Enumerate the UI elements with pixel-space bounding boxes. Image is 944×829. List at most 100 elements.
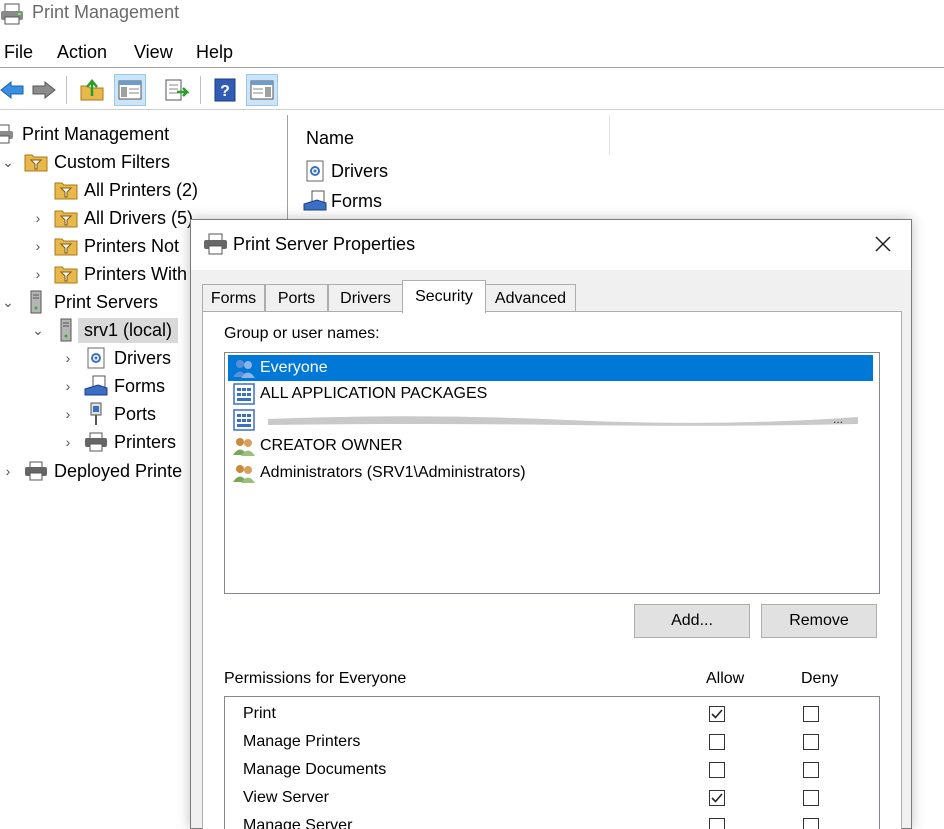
tree-item-label: Forms (114, 375, 165, 396)
allow-column-label: Allow (706, 670, 745, 687)
help-icon[interactable]: ? (209, 74, 241, 106)
tree-item-all-drivers[interactable]: › All Drivers (5) (30, 204, 193, 232)
filter-folder-icon (54, 262, 78, 286)
security-tab-panel: Group or user names: Everyone ALL APPLIC… (202, 311, 902, 829)
allow-checkbox[interactable] (709, 762, 725, 778)
chevron-down-icon[interactable]: ⌄ (30, 322, 46, 339)
app-packages-icon (232, 383, 256, 405)
printer-app-icon (0, 3, 26, 25)
back-icon[interactable] (0, 74, 28, 106)
tree-item-all-printers[interactable]: All Printers (2) (30, 176, 198, 204)
user-row-label: Everyone (260, 359, 328, 376)
permissions-for-label: Permissions for Everyone (224, 670, 407, 687)
tree-item-label: Printers Not (84, 235, 180, 256)
tree-item-label: Custom Filters (54, 151, 171, 172)
permission-row-manage-documents: Manage Documents (225, 757, 879, 785)
chevron-right-icon[interactable]: › (60, 350, 76, 366)
permission-name: Print (243, 705, 276, 722)
tree-item-label: Print Management (22, 123, 170, 144)
tree-item-label: Printers (114, 431, 177, 452)
forms-icon (303, 189, 327, 213)
chevron-right-icon[interactable]: › (60, 378, 76, 394)
tree-item-label: Printers With (84, 263, 188, 284)
list-item-forms[interactable]: Forms (303, 187, 382, 215)
deny-checkbox[interactable] (803, 706, 819, 722)
title-bar: Print Management (0, 0, 944, 30)
chevron-right-icon[interactable]: › (30, 266, 46, 282)
column-header-name[interactable]: Name (306, 128, 354, 149)
tree-item-srv1-local[interactable]: ⌄ srv1 (local) (30, 316, 179, 344)
allow-checkbox[interactable] (709, 734, 725, 750)
menu-view[interactable]: View (134, 42, 173, 63)
close-icon[interactable] (869, 230, 897, 258)
chevron-right-icon[interactable]: › (30, 210, 46, 226)
permissions-list: Print Manage Printers Manage Documents V… (224, 696, 880, 829)
tree-item-printers-not-ready[interactable]: › Printers Not (30, 232, 179, 260)
chevron-right-icon[interactable]: › (60, 406, 76, 422)
forward-icon[interactable] (28, 74, 60, 106)
tree-item-printers-with-jobs[interactable]: › Printers With (30, 260, 187, 288)
tab-drivers[interactable]: Drivers (328, 284, 403, 312)
tree-item-forms[interactable]: › Forms (60, 372, 165, 400)
dialog-title: Print Server Properties (233, 234, 416, 254)
tree-item-label: srv1 (local) (78, 317, 179, 343)
tree-item-custom-filters[interactable]: ⌄ Custom Filters (0, 148, 170, 176)
printer-icon (203, 233, 229, 255)
tab-forms[interactable]: Forms (202, 284, 265, 312)
deny-checkbox[interactable] (803, 762, 819, 778)
server-icon (54, 318, 78, 342)
chevron-right-icon[interactable]: › (0, 463, 16, 479)
deny-checkbox[interactable] (803, 790, 819, 806)
tree-item-drivers[interactable]: › Drivers (60, 344, 171, 372)
group-or-user-names-label: Group or user names: (224, 325, 380, 342)
remove-button[interactable]: Remove (761, 604, 877, 638)
redaction-mark: ... (268, 412, 858, 426)
chevron-right-icon[interactable]: › (30, 238, 46, 254)
driver-gear-icon (84, 346, 108, 370)
toolbar-separator (66, 76, 67, 104)
tree-item-print-management[interactable]: Print Management (0, 120, 169, 148)
chevron-down-icon[interactable]: ⌄ (0, 154, 16, 171)
allow-checkbox[interactable] (709, 818, 725, 829)
filter-folder-icon (54, 206, 78, 230)
tree-item-label: Drivers (114, 347, 171, 368)
permission-row-view-server: View Server (225, 785, 879, 813)
tab-advanced[interactable]: Advanced (485, 284, 576, 312)
permission-name: Manage Server (243, 817, 353, 829)
list-item-drivers[interactable]: Drivers (303, 157, 388, 185)
add-button[interactable]: Add... (634, 604, 750, 638)
user-group-icon (232, 357, 256, 379)
remove-button-label: Remove (789, 612, 849, 629)
allow-checkbox[interactable] (709, 790, 725, 806)
deny-checkbox[interactable] (803, 818, 819, 829)
tree-item-deployed-printers[interactable]: › Deployed Printe (0, 457, 182, 485)
tree-item-ports[interactable]: › Ports (60, 400, 156, 428)
dialog-title-bar[interactable]: Print Server Properties (191, 220, 911, 270)
deny-checkbox[interactable] (803, 734, 819, 750)
allow-checkbox[interactable] (709, 706, 725, 722)
show-hide-tree-icon[interactable] (114, 74, 146, 106)
menu-action[interactable]: Action (57, 42, 107, 63)
tree-item-printers[interactable]: › Printers (60, 428, 176, 456)
deny-column-label: Deny (801, 670, 839, 687)
user-row-administrators[interactable]: Administrators (SRV1\Administrators) (228, 460, 878, 486)
menu-file[interactable]: File (4, 42, 33, 63)
tree-item-print-servers[interactable]: ⌄ Print Servers (0, 288, 158, 316)
user-row-label: ALL APPLICATION PACKAGES (260, 385, 488, 402)
menu-help[interactable]: Help (196, 42, 233, 63)
list-item-label: Drivers (331, 160, 388, 181)
user-row-creator-owner[interactable]: CREATOR OWNER (228, 433, 878, 459)
tab-ports[interactable]: Ports (265, 284, 328, 312)
user-row-everyone[interactable]: Everyone (228, 355, 873, 381)
tab-security[interactable]: Security (402, 280, 486, 313)
user-row-redacted-sid[interactable]: ... (228, 407, 878, 433)
forms-icon (84, 374, 108, 398)
show-hide-action-pane-icon[interactable] (246, 74, 278, 106)
up-folder-icon[interactable] (76, 74, 108, 106)
chevron-down-icon[interactable]: ⌄ (0, 294, 16, 311)
tree-item-label: Deployed Printe (54, 460, 183, 481)
export-list-icon[interactable] (160, 74, 192, 106)
user-row-all-application-packages[interactable]: ALL APPLICATION PACKAGES (228, 381, 878, 407)
chevron-right-icon[interactable]: › (60, 434, 76, 450)
column-divider[interactable] (609, 115, 610, 155)
